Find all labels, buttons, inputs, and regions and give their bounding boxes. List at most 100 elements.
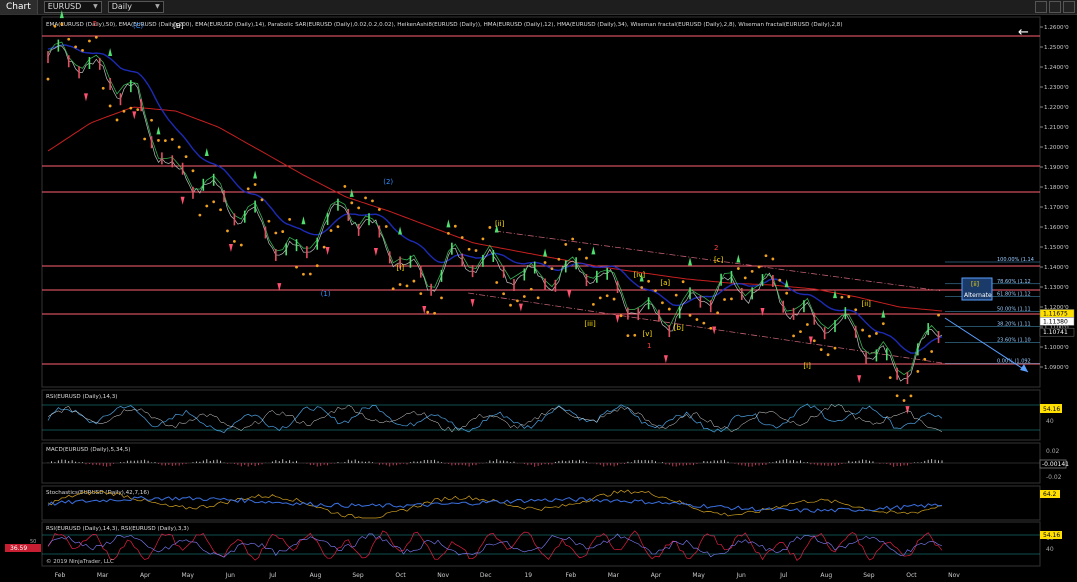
sar-dot: [322, 245, 326, 249]
candle: [834, 320, 836, 333]
candle: [637, 308, 640, 321]
candle: [772, 274, 774, 287]
fractal-down: [760, 308, 765, 317]
candle: [212, 173, 215, 186]
price-tick-label: 1.0900'0: [1044, 365, 1069, 371]
sar-dot: [177, 145, 181, 149]
candle: [67, 55, 70, 68]
price-tick-label: 1.2000'0: [1044, 145, 1069, 151]
candle: [275, 248, 277, 261]
rsi2-badge-text: 54.16: [1043, 532, 1060, 539]
fractal-up: [591, 246, 596, 255]
candle: [78, 66, 80, 79]
fractal-down: [132, 111, 137, 120]
candle: [47, 51, 49, 64]
sar-dot: [626, 334, 630, 338]
candle: [119, 93, 122, 106]
sar-dot: [433, 311, 436, 315]
sar-dot: [895, 394, 899, 398]
sar-dot: [743, 276, 747, 280]
x-tick-label: Jul: [268, 572, 277, 579]
sar-dot: [550, 267, 554, 271]
sar-dot: [426, 310, 430, 314]
candle: [937, 331, 940, 344]
sar-dot: [226, 229, 229, 233]
fractal-up: [784, 279, 789, 288]
price-tick-label: 1.2300'0: [1044, 85, 1069, 91]
fractal-up: [204, 148, 209, 157]
price-badges: 1.116751.11380 1.10741: [1039, 309, 1075, 337]
sar-dot: [785, 291, 789, 295]
sar-dot: [536, 296, 540, 300]
sar-dot: [239, 243, 243, 247]
fib-label: 38.20% (1.11: [997, 321, 1031, 327]
x-tick-label: Aug: [310, 572, 322, 579]
candle: [368, 213, 370, 226]
candle: [326, 212, 329, 225]
price-tick-label: 1.1900'0: [1044, 165, 1069, 171]
back-arrow-icon[interactable]: ←: [1018, 25, 1029, 40]
sar-dot: [384, 225, 388, 228]
candle: [430, 283, 432, 296]
sar-dot: [74, 45, 78, 49]
wave-label: [i]: [803, 362, 811, 370]
wave-label: 5: [93, 20, 97, 28]
rsi-tick: 40: [1046, 418, 1054, 425]
fib-label: 78.60% (1.12: [997, 279, 1031, 285]
sar-dot: [861, 328, 865, 332]
fractal-down: [83, 93, 88, 102]
sar-dot: [819, 348, 823, 351]
candle: [699, 295, 702, 308]
sar-dot: [357, 206, 361, 210]
sar-dot: [150, 118, 153, 122]
sar-dot: [60, 22, 64, 26]
candle: [181, 162, 184, 175]
sar-dot: [647, 279, 651, 283]
sar-dot: [909, 394, 913, 398]
sar-dot: [640, 286, 644, 289]
wave-labels: 5 (C) [B] (1) (2) [i] [ii] [iii] [iv] [a] [v] 1 [b] […: [93, 20, 871, 370]
fractal-up: [543, 248, 548, 257]
x-tick-label: Jun: [735, 572, 746, 579]
sar-dot: [771, 257, 775, 261]
chart-canvas[interactable]: EMA(EURUSD (Daily),50), EMA(EURUSD (Dail…: [0, 0, 1077, 582]
sar-dot: [315, 264, 319, 268]
candle: [917, 343, 919, 356]
parabolic-sar-dots: [46, 22, 940, 402]
sar-dot: [688, 313, 692, 317]
sar-dot: [157, 139, 160, 142]
sar-dot: [288, 218, 292, 221]
candle: [419, 265, 422, 278]
sar-dot: [571, 237, 575, 241]
candle: [337, 198, 339, 211]
wave-label: (2): [383, 178, 393, 186]
price-tick-label: 1.2600'0: [1044, 25, 1069, 31]
sar-dot: [502, 292, 506, 296]
x-tick-label: Sep: [352, 572, 364, 579]
x-tick-label: Jun: [225, 572, 236, 579]
candle: [896, 367, 898, 380]
x-tick-label: Apr: [651, 572, 662, 579]
price-series: [47, 39, 943, 385]
sar-dot: [578, 247, 581, 251]
sar-dot: [281, 230, 285, 233]
x-tick-label: Jul: [779, 572, 788, 579]
macd-tick-bottom: -0.02: [1046, 474, 1062, 481]
fractal-down: [567, 290, 572, 299]
x-tick-label: Feb: [55, 572, 66, 579]
sar-dot: [757, 265, 761, 269]
sar-dot: [778, 278, 782, 282]
candle: [492, 249, 495, 262]
candle: [285, 243, 287, 256]
candle: [471, 265, 474, 278]
sar-dot: [812, 339, 816, 343]
candle: [709, 300, 712, 313]
sar-dot: [937, 313, 940, 317]
sar-dot: [350, 201, 354, 205]
macd-badge-text: -0.00141: [1042, 461, 1069, 468]
sar-dot: [826, 353, 830, 357]
sar-dot: [902, 399, 906, 402]
sar-dot: [736, 267, 740, 270]
rsi2-left-badge-text: 36.59: [10, 545, 27, 552]
candle: [254, 200, 256, 213]
